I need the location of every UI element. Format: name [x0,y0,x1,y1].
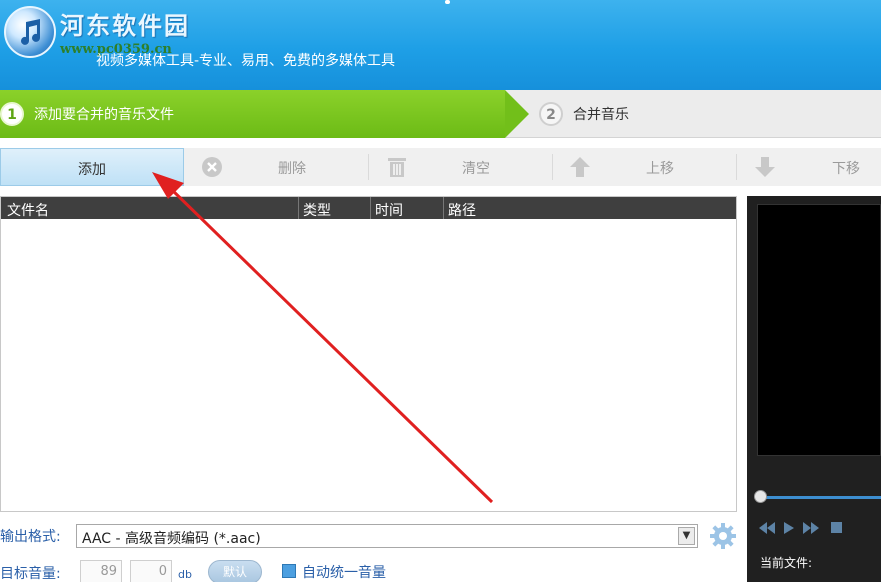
toolbar-divider [736,154,737,180]
stop-icon[interactable] [831,522,842,533]
step-add-files[interactable]: 1 添加要合并的音乐文件 [0,90,505,138]
file-list-header: 文件名 类型 时间 路径 [1,197,736,219]
preview-panel: 当前文件: [747,196,881,582]
output-format-select[interactable]: AAC - 高级音频编码 (*.aac) ▼ [76,524,698,548]
auto-volume-label[interactable]: 自动统一音量 [302,562,386,582]
column-divider [370,197,371,219]
fast-forward-icon[interactable] [803,522,819,534]
step-label: 添加要合并的音乐文件 [34,107,174,123]
volume-input[interactable]: 89 [80,560,122,582]
app-tagline: 视频多媒体工具-专业、易用、免费的多媒体工具 [96,53,396,69]
target-volume-label: 目标音量: [0,566,61,582]
seek-handle[interactable] [754,490,767,503]
step-arrow [505,90,529,138]
rewind-icon[interactable] [759,522,775,534]
current-file-label: 当前文件: [760,556,813,570]
column-divider [443,197,444,219]
volume-unit: db [178,568,192,581]
column-type[interactable]: 类型 [303,200,331,220]
gear-icon[interactable] [709,522,737,550]
trash-icon[interactable] [385,155,409,179]
delete-button[interactable]: 删除 [278,158,306,178]
step-number: 1 [0,102,24,126]
delete-icon[interactable] [200,155,224,179]
arrow-up-icon[interactable] [568,155,592,179]
output-format-value: AAC - 高级音频编码 (*.aac) [82,531,261,547]
toolbar-divider [368,154,369,180]
brand-name: 河东软件园 [60,12,190,40]
file-list[interactable]: 文件名 类型 时间 路径 [0,196,737,512]
default-button[interactable]: 默认 [208,560,262,582]
seek-bar[interactable] [759,496,881,499]
move-up-button[interactable]: 上移 [646,158,674,178]
column-filename[interactable]: 文件名 [7,200,49,220]
music-note-icon [21,19,40,45]
toolbar-divider [552,154,553,180]
column-path[interactable]: 路径 [448,200,476,220]
file-toolbar: 添加 删除 清空 上移 下移 [0,148,881,186]
move-down-button[interactable]: 下移 [832,158,860,178]
add-button[interactable]: 添加 [0,148,184,186]
video-preview [757,204,881,456]
app-logo [4,6,56,58]
column-divider [298,197,299,219]
step-label: 合并音乐 [573,107,629,123]
play-icon[interactable] [783,522,795,534]
app-header: 河东软件园 www.pc0359.cn 视频多媒体工具-专业、易用、免费的多媒体… [0,0,881,90]
output-format-label: 输出格式: [0,529,61,545]
arrow-down-icon[interactable] [753,155,777,179]
volume-db-input[interactable]: 0 [130,560,172,582]
auto-volume-checkbox[interactable] [282,564,296,578]
clear-button[interactable]: 清空 [462,158,490,178]
add-button-label: 添加 [78,162,106,178]
chevron-down-icon[interactable]: ▼ [678,527,695,545]
title-marker [445,0,450,4]
steps-bar: 1 添加要合并的音乐文件 2 合并音乐 [0,90,881,138]
step-number: 2 [539,102,563,126]
column-time[interactable]: 时间 [375,200,403,220]
